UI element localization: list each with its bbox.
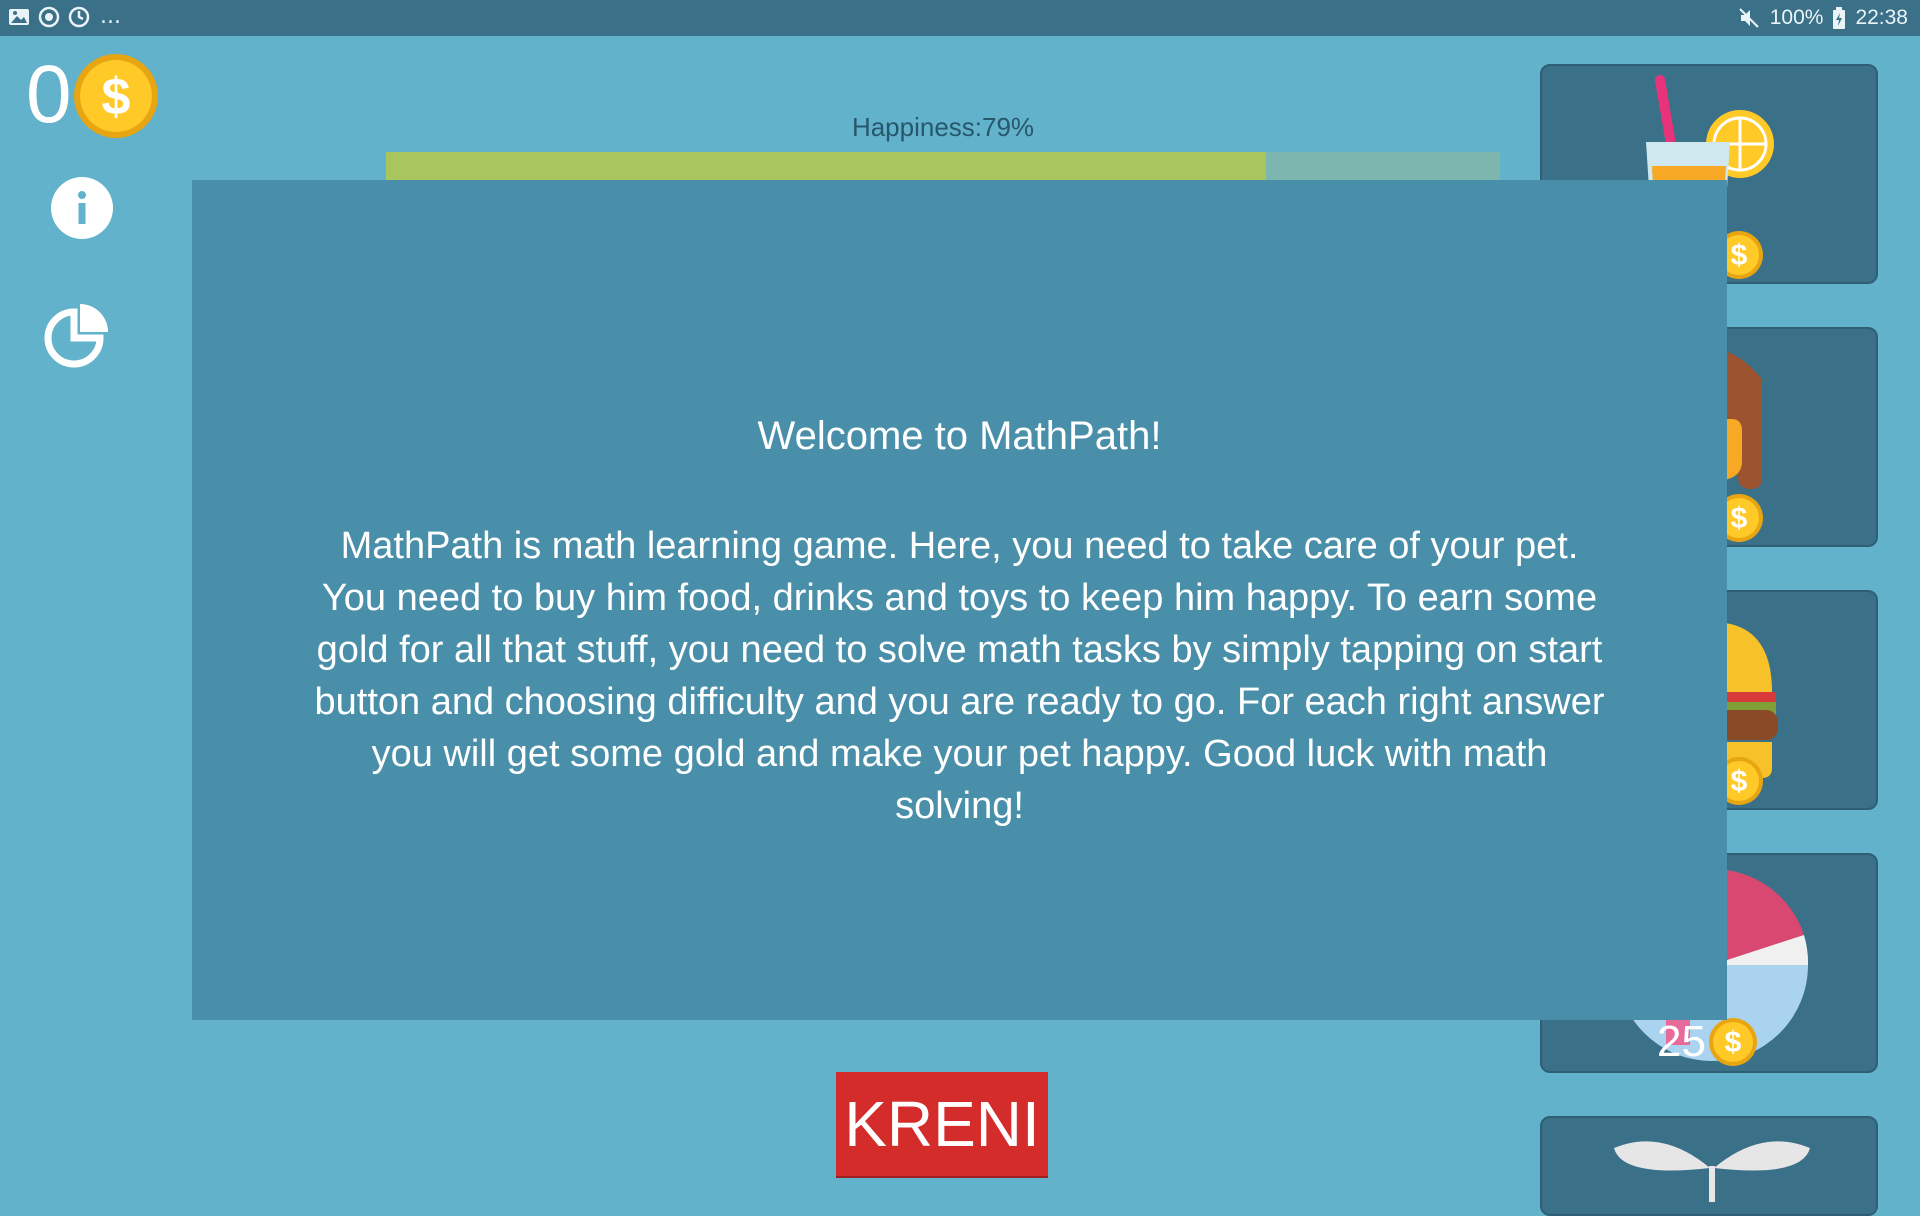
- svg-text:$: $: [1731, 502, 1748, 535]
- happiness-label: Happiness:79%: [851, 112, 1035, 142]
- status-right: 100% 22:38: [1738, 6, 1908, 30]
- dollar-coin-icon: $: [74, 54, 158, 138]
- info-icon: [78, 191, 86, 199]
- status-overflow: ...: [100, 4, 121, 29]
- pie-chart-icon: [44, 304, 108, 368]
- sync-icon: [38, 6, 60, 28]
- coin-count: 0: [26, 49, 72, 140]
- status-left: ...: [8, 6, 121, 28]
- sprout-icon: [1614, 1141, 1810, 1202]
- svg-text:$: $: [1731, 239, 1748, 272]
- mute-icon: [1739, 8, 1759, 28]
- dialog-title: Welcome to MathPath!: [757, 414, 1162, 458]
- go-button[interactable]: KRENI: [836, 1072, 1048, 1176]
- clock: 22:38: [1855, 6, 1908, 29]
- image-icon: [9, 9, 29, 25]
- shop-item-sprout[interactable]: [1540, 1116, 1878, 1216]
- dialog-body: MathPath is math learning game. Here, yo…: [314, 525, 1605, 827]
- sync-icon: [68, 6, 90, 28]
- battery-percent: 100%: [1769, 6, 1824, 29]
- svg-text:$: $: [1731, 765, 1748, 798]
- price-value: 25: [1657, 1017, 1706, 1066]
- happiness-bar: [386, 152, 1500, 182]
- price-tag: 25 $: [1657, 1017, 1758, 1067]
- status-bar: ... 100% 22:38: [0, 0, 1920, 36]
- happiness-fill: [386, 152, 1267, 182]
- dollar-coin-icon: $: [1709, 1018, 1757, 1066]
- svg-text:$: $: [1725, 1026, 1742, 1059]
- welcome-dialog: Welcome to MathPath! MathPath is math le…: [192, 180, 1727, 1020]
- battery-icon: [1833, 7, 1846, 29]
- stats-button[interactable]: [44, 302, 110, 368]
- info-button[interactable]: [50, 176, 114, 240]
- svg-text:$: $: [102, 68, 131, 126]
